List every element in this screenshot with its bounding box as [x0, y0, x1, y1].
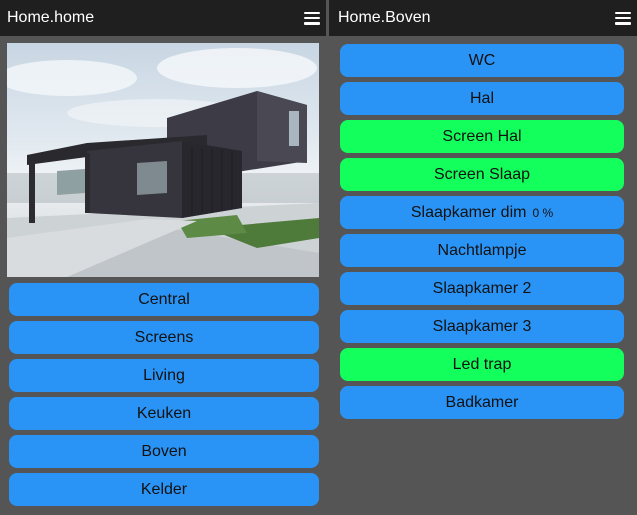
button-label: WC — [468, 51, 496, 69]
boven-button[interactable]: Boven — [9, 435, 319, 468]
hamburger-menu-icon[interactable] — [304, 11, 320, 25]
living-button[interactable]: Living — [9, 359, 319, 392]
button-label: Slaapkamer dim — [410, 203, 527, 221]
hal-button[interactable]: Hal — [340, 82, 624, 115]
central-button[interactable]: Central — [9, 283, 319, 316]
button-label: Led trap — [452, 355, 512, 373]
wc-button[interactable]: WC — [340, 44, 624, 77]
slaapkamer-dim-button[interactable]: Slaapkamer dim 0 % — [340, 196, 624, 229]
button-label: Screen Slaap — [433, 165, 531, 183]
page-title: Home.Boven — [338, 9, 431, 26]
screen-slaap-button[interactable]: Screen Slaap — [340, 158, 624, 191]
kelder-button[interactable]: Kelder — [9, 473, 319, 506]
slaapkamer-2-button[interactable]: Slaapkamer 2 — [340, 272, 624, 305]
page-title: Home.home — [7, 9, 95, 26]
screen-hal-button[interactable]: Screen Hal — [340, 120, 624, 153]
slaapkamer-3-button[interactable]: Slaapkamer 3 — [340, 310, 624, 343]
keuken-button[interactable]: Keuken — [9, 397, 319, 430]
hamburger-menu-icon[interactable] — [615, 11, 631, 25]
boven-panel: Home.Boven WC Hal Screen Hal Screen Slaa… — [329, 0, 637, 515]
screens-button[interactable]: Screens — [9, 321, 319, 354]
led-trap-button[interactable]: Led trap — [340, 348, 624, 381]
button-label: Slaapkamer 3 — [432, 317, 532, 335]
nachtlampje-button[interactable]: Nachtlampje — [340, 234, 624, 267]
button-label: Badkamer — [445, 393, 519, 411]
button-label: Hal — [469, 89, 494, 107]
button-label: Nachtlampje — [437, 241, 527, 259]
button-label: Screen Hal — [442, 127, 522, 145]
boven-header: Home.Boven — [329, 0, 637, 36]
button-label: Slaapkamer 2 — [432, 279, 532, 297]
dim-value: 0 % — [532, 205, 554, 220]
badkamer-button[interactable]: Badkamer — [340, 386, 624, 419]
home-header: Home.home — [0, 0, 326, 36]
home-panel: Home.home Central Screens Living Keuken … — [0, 0, 326, 515]
house-image — [7, 43, 319, 277]
